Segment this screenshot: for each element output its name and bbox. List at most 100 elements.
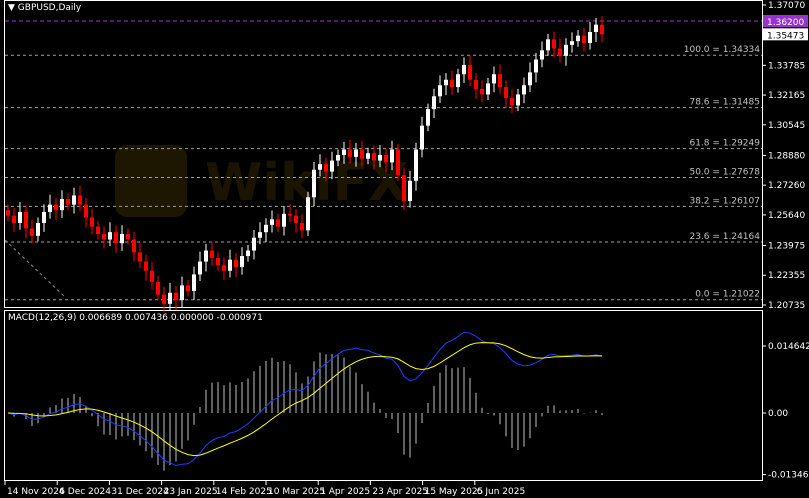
candle-body	[342, 149, 346, 156]
y-tick-label: 1.33785	[768, 61, 805, 71]
y-tick-label: 1.27260	[768, 181, 805, 191]
fib-level-label: 78.6 = 1.31485	[689, 98, 760, 108]
candle-body	[96, 226, 100, 235]
candle-body	[270, 219, 274, 225]
candle-body	[528, 72, 532, 86]
candle-body	[168, 292, 172, 304]
candle-body	[522, 85, 526, 95]
symbol-label: GBPUSD,Daily	[17, 3, 82, 13]
y-tick-label: 1.32165	[768, 91, 805, 101]
y-tick-label: 1.28880	[768, 151, 805, 161]
chart-canvas[interactable]: WikiFX1.370701.337851.321651.305451.2888…	[0, 0, 809, 498]
candle-body	[516, 94, 520, 106]
candle-body	[534, 59, 538, 73]
candle-body	[396, 149, 400, 176]
candle-body	[234, 259, 238, 268]
candle-body	[426, 109, 430, 126]
candle-body	[60, 199, 64, 211]
candle-body	[564, 44, 568, 56]
candle-body	[420, 125, 424, 150]
candle-body	[78, 195, 82, 205]
candle-body	[366, 153, 370, 159]
candle-body	[246, 250, 250, 257]
macd-title: MACD(12,26,9) 0.006689 0.007436 0.000000…	[8, 313, 263, 323]
y-tick-label: 1.22355	[768, 271, 805, 281]
signal-line	[7, 342, 603, 457]
candle-body	[240, 256, 244, 268]
x-tick-label: 23 Jan 2025	[164, 487, 218, 497]
candle-body	[174, 292, 178, 301]
y-tick-label: 1.23975	[768, 241, 805, 251]
candle-body	[594, 24, 598, 32]
fib-level-label: 38.2 = 1.26107	[689, 196, 760, 206]
candle-body	[300, 222, 304, 231]
candle-body	[264, 224, 268, 233]
candle-body	[540, 50, 544, 60]
candle-body	[432, 96, 436, 110]
candle-body	[204, 250, 208, 262]
candle-body	[354, 149, 358, 157]
candle-body	[72, 195, 76, 205]
candle-body	[30, 228, 34, 236]
candle-body	[156, 281, 160, 295]
ask-price-label: 1.36200	[767, 18, 804, 28]
y-tick-label: 1.30545	[768, 121, 805, 131]
x-tick-label: 15 May 2025	[425, 487, 484, 497]
y-tick-label: 1.25640	[768, 211, 805, 221]
candle-body	[330, 160, 334, 172]
x-tick-label: 10 Mar 2025	[268, 487, 325, 497]
dropdown-triangle-icon[interactable]: ▼	[8, 3, 18, 13]
candle-body	[498, 74, 502, 88]
candle-body	[282, 213, 286, 227]
candle-body	[120, 234, 124, 244]
candle-body	[180, 285, 184, 301]
candle-body	[306, 197, 310, 231]
candle-body	[84, 204, 88, 218]
candle-body	[588, 31, 592, 44]
candle-body	[582, 35, 586, 44]
candle-body	[6, 210, 10, 216]
y-tick-label: 1.20735	[768, 301, 805, 311]
candle-body	[102, 234, 106, 240]
candle-body	[450, 79, 454, 88]
candle-body	[186, 285, 190, 291]
candle-body	[504, 87, 508, 99]
candle-body	[336, 155, 340, 161]
candle-body	[252, 237, 256, 251]
candle-body	[510, 98, 514, 106]
candle-body	[294, 215, 298, 223]
candle-body	[36, 222, 40, 236]
x-tick-label: 23 Apr 2025	[372, 487, 428, 497]
candle-body	[492, 74, 496, 84]
candle-body	[360, 149, 364, 159]
candle-body	[456, 74, 460, 88]
candle-body	[12, 215, 16, 223]
candle-body	[42, 211, 46, 223]
candle-body	[318, 164, 322, 170]
chart-window[interactable]: WikiFX 1.37070 1.33785 1.32165 1.30545 1.2888…	[0, 0, 809, 498]
candle-body	[108, 232, 112, 240]
candle-body	[276, 219, 280, 227]
y-tick-label: 1.37070	[768, 1, 805, 11]
candle-body	[24, 211, 28, 229]
candle-body	[162, 294, 166, 304]
candle-body	[216, 257, 220, 266]
macd-y-tick-label: 0.00	[768, 409, 788, 419]
x-tick-label: 6 Jun 2025	[477, 487, 525, 497]
candle-body	[402, 175, 406, 201]
bid-price-label: 1.35473	[767, 31, 804, 41]
candle-body	[48, 204, 52, 212]
candle-body	[438, 85, 442, 97]
candle-body	[192, 274, 196, 291]
candle-body	[138, 252, 142, 262]
x-tick-label: 14 Feb 2025	[216, 487, 272, 497]
candle-body	[198, 261, 202, 275]
candle-body	[414, 149, 418, 181]
candle-body	[468, 65, 472, 80]
candle-body	[228, 259, 232, 271]
macd-y-tick-label: -0.013461	[768, 471, 809, 481]
candle-body	[546, 39, 550, 51]
candle-body	[312, 169, 316, 198]
fib-level-label: 23.6 = 1.24164	[689, 232, 760, 242]
chart-title: ▼ GBPUSD,Daily	[8, 3, 81, 13]
